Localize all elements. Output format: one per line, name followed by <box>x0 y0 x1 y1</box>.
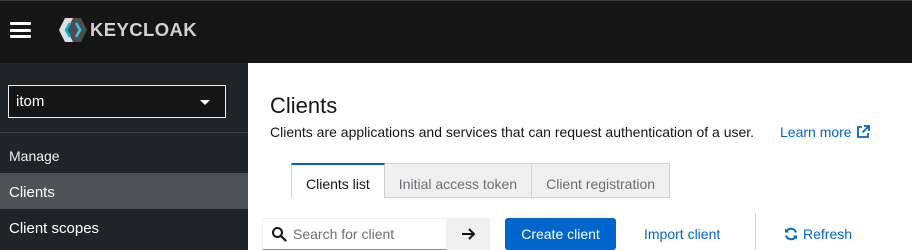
arrow-right-icon <box>461 228 475 240</box>
tab-bar: Clients list Initial access token Client… <box>291 163 671 198</box>
realm-selector[interactable]: itom <box>8 85 226 118</box>
external-link-icon <box>856 125 870 138</box>
sync-icon <box>785 227 797 241</box>
tab-client-registration[interactable]: Client registration <box>532 163 671 198</box>
search-submit-button[interactable] <box>447 218 490 250</box>
brand-logo[interactable]: KEYCLOAK <box>58 16 197 44</box>
page-description: Clients are applications and services th… <box>270 124 755 140</box>
search-input[interactable] <box>293 226 443 242</box>
toolbar-divider <box>755 213 756 250</box>
hamburger-icon[interactable] <box>10 22 31 38</box>
search-icon <box>272 227 287 242</box>
tab-clients-list[interactable]: Clients list <box>291 163 385 198</box>
sidebar-item-client-scopes[interactable]: Client scopes <box>0 209 248 245</box>
masthead: KEYCLOAK <box>0 0 912 63</box>
nav-section-manage: Manage <box>9 148 60 164</box>
search-box <box>262 218 447 250</box>
learn-more-label: Learn more <box>780 124 852 140</box>
page-title: Clients <box>270 93 338 118</box>
caret-down-icon <box>200 100 210 105</box>
main-content: Clients Clients are applications and ser… <box>248 63 912 250</box>
sidebar-item-clients[interactable]: Clients <box>0 173 248 209</box>
sidebar: itom Manage Clients Client scopes <box>0 63 248 250</box>
sidebar-divider <box>0 132 248 133</box>
learn-more-link[interactable]: Learn more <box>780 124 870 140</box>
keycloak-logo-icon <box>59 18 87 42</box>
tab-initial-access-token[interactable]: Initial access token <box>384 163 533 198</box>
create-client-button[interactable]: Create client <box>505 218 616 250</box>
refresh-label: Refresh <box>803 226 853 242</box>
refresh-button[interactable]: Refresh <box>784 218 852 250</box>
realm-selector-value: itom <box>16 93 45 110</box>
import-client-button[interactable]: Import client <box>644 218 720 250</box>
brand-name: KEYCLOAK <box>90 19 198 40</box>
